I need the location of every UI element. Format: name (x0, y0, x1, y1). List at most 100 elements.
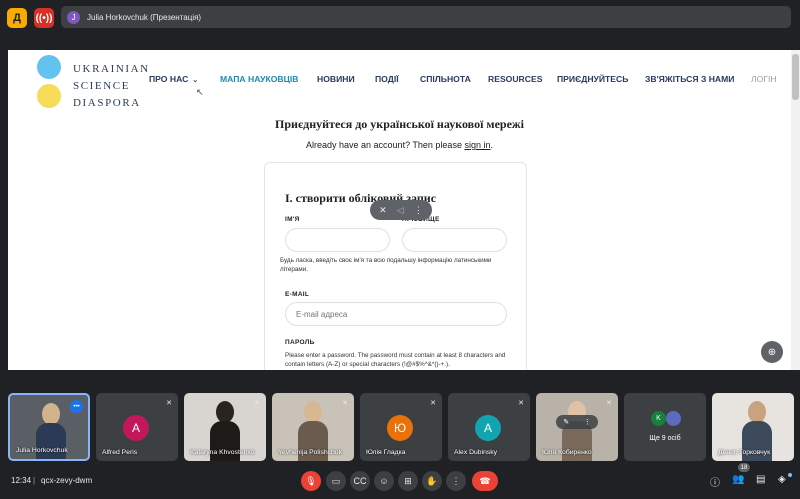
participant-name: Alfred Peris (102, 449, 138, 456)
chevron-down-icon: ⌄ (192, 77, 199, 84)
nav-about-label: ПРО НАС (149, 74, 189, 84)
mic-off-icon: ✕ (166, 400, 172, 407)
shared-screen: UKRAINIAN SCIENCE DIASPORA ПРО НАС ⌄ МАПА… (8, 50, 791, 370)
presenter-avatar: J (67, 10, 80, 24)
people-icon[interactable]: 👥 (732, 474, 744, 485)
raise-hand-icon[interactable]: ✋ (422, 471, 442, 491)
nav-community[interactable]: СПІЛЬНОТА (420, 74, 471, 84)
meet-bottom-bar: 12:34 | qcx-zevy-dwm 🎙 ▭ CC ☺ ⊞ ✋ ⋮ ☎ ⓘ … (0, 463, 800, 499)
participant-name: Денис Горковчук (718, 449, 771, 456)
participant-name: Alex Dubinsky (454, 449, 498, 456)
mic-off-icon: ✕ (606, 400, 612, 407)
app-icon[interactable]: Д (7, 8, 27, 28)
participant-name: Julia Horkovchuk (16, 447, 68, 454)
presenter-label: Julia Horkovchuk (Презентація) (87, 12, 202, 22)
participant-tile-yulia-k[interactable]: ✎ ⋮ ✕ Юля Кобиренко (536, 393, 618, 461)
app-icon-glyph: Д (13, 12, 21, 24)
have-account-text: Already have an account? Then please (306, 140, 462, 150)
captions-icon[interactable]: CC (350, 471, 370, 491)
tile-hover-controls: ✎ ⋮ (556, 415, 598, 429)
mic-off-icon: ✕ (518, 400, 524, 407)
video-head (42, 403, 60, 425)
participant-tile-more[interactable]: K Ще 9 осіб (624, 393, 706, 461)
mouse-cursor-icon: ↖ (196, 87, 204, 97)
mic-off-icon[interactable]: 🎙 (301, 471, 321, 491)
have-account-line: Already have an account? Then please sig… (8, 140, 791, 150)
participant-avatar: Ю (387, 415, 413, 441)
participant-tile-kateryna[interactable]: ✕ Kateryna Khvostenko (184, 393, 266, 461)
video-head (216, 401, 234, 423)
site-nav: ПРО НАС ⌄ МАПА НАУКОВЦІВ НОВИНИ ПОДІЇ СПІ… (8, 74, 791, 88)
email-label: E-MAIL (285, 291, 310, 298)
mic-off-icon: ✕ (782, 400, 788, 407)
participant-tile-denys[interactable]: ✕ Денис Горковчук (712, 393, 794, 461)
participant-tile-yevheniia[interactable]: ✕ Yevhenija Polishchuk (272, 393, 354, 461)
notification-dot (788, 473, 792, 477)
video-body (36, 423, 66, 459)
name-note: Будь ласка, введіть своє ім'я та всю под… (280, 257, 492, 273)
video-head (304, 401, 322, 423)
meeting-code: qcx-zevy-dwm (41, 476, 93, 485)
more-avatar-1: K (651, 411, 666, 426)
chat-icon[interactable]: ▤ (756, 474, 765, 485)
logo-line-3: DIASPORA (73, 97, 141, 109)
volume-icon[interactable]: ◁ (397, 205, 404, 216)
first-name-label: ІМ'Я (285, 216, 300, 223)
activities-icon[interactable]: ◈ (778, 474, 786, 485)
participant-name: Юля Кобиренко (542, 449, 592, 456)
first-name-input[interactable] (285, 228, 390, 252)
camera-icon[interactable]: ▭ (326, 471, 346, 491)
hang-up-button[interactable]: ☎ (472, 471, 498, 491)
presenter-mini-controls: ✕ ◁ ⋮ (370, 200, 432, 220)
zoom-icon[interactable]: ⊕ (761, 341, 783, 363)
nav-about[interactable]: ПРО НАС ⌄ (149, 74, 198, 84)
last-name-input[interactable] (402, 228, 507, 252)
more-options-icon[interactable]: ⋮ (584, 418, 591, 426)
participant-name: Юлія Гладка (366, 449, 406, 456)
speaking-indicator-icon: ••• (70, 400, 83, 413)
password-label: ПАРОЛЬ (285, 339, 315, 346)
nav-events[interactable]: ПОДІЇ (375, 74, 399, 84)
pin-icon[interactable]: ✎ (563, 418, 569, 426)
emoji-icon[interactable]: ☺ (374, 471, 394, 491)
participant-tile-yuliia[interactable]: ✕ Ю Юлія Гладка (360, 393, 442, 461)
info-icon[interactable]: ⓘ (710, 474, 720, 489)
mic-off-icon: ✕ (254, 400, 260, 407)
page-title: Приєднуйтеся до української наукової мер… (275, 117, 524, 131)
nav-news[interactable]: НОВИНИ (317, 74, 355, 84)
mic-off-icon[interactable]: ✕ (379, 205, 387, 216)
separator: | (33, 476, 36, 485)
nav-contact[interactable]: ЗВ'ЯЖІТЬСЯ З НАМИ (645, 74, 734, 84)
participant-name: Yevhenija Polishchuk (278, 449, 342, 456)
nav-join[interactable]: ПРИЄДНУЙТЕСЬ (557, 74, 628, 84)
sign-in-link[interactable]: sign in (464, 140, 490, 150)
scroll-thumb[interactable] (792, 54, 799, 100)
nav-login[interactable]: ЛОГІН (751, 74, 777, 84)
mic-off-icon: ✕ (430, 400, 436, 407)
email-input[interactable] (285, 302, 507, 326)
nav-resources[interactable]: RESOURCES (488, 74, 542, 84)
more-options-icon[interactable]: ⋮ (446, 471, 466, 491)
more-participants-label: Ще 9 осіб (649, 435, 681, 442)
page-scrollbar[interactable] (791, 50, 800, 370)
clock: 12:34 (11, 476, 32, 485)
participant-avatar: A (123, 415, 149, 441)
video-head (748, 401, 766, 423)
meet-top-bar: Д ((•)) J Julia Horkovchuk (Презентація) (0, 0, 800, 36)
mic-off-icon: ✕ (342, 400, 348, 407)
registration-card: I. створити обліковий запис ІМ'Я ПРІЗВИЩ… (264, 162, 527, 370)
participant-tile-alex[interactable]: ✕ A Alex Dubinsky (448, 393, 530, 461)
presentation-chip[interactable]: J Julia Horkovchuk (Презентація) (61, 6, 791, 28)
participant-avatar: A (475, 415, 501, 441)
participant-tile-alfred[interactable]: ✕ A Alfred Peris (96, 393, 178, 461)
participant-name: Kateryna Khvostenko (190, 449, 255, 456)
nav-map[interactable]: МАПА НАУКОВЦІВ (220, 74, 298, 84)
participant-tile-julia[interactable]: ••• Julia Horkovchuk (8, 393, 90, 461)
present-screen-icon[interactable]: ⊞ (398, 471, 418, 491)
broadcast-icon[interactable]: ((•)) (34, 8, 54, 28)
more-avatar-2 (666, 411, 681, 426)
password-note: Please enter a password. The password mu… (285, 352, 506, 368)
more-options-icon[interactable]: ⋮ (414, 205, 423, 216)
people-count-badge: 18 (738, 463, 750, 472)
have-account-period: . (490, 140, 493, 150)
